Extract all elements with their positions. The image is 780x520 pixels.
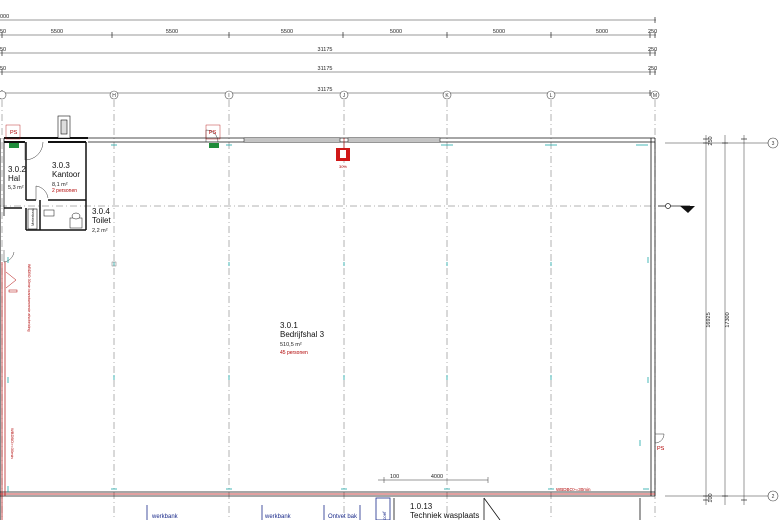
column-markers (7, 144, 649, 492)
right-dimension-strings (665, 135, 770, 505)
bench-label-3: Ontvet bak (328, 514, 358, 520)
fire-door-symbols (5, 271, 18, 293)
dim-row2-left: 50 (0, 29, 6, 35)
level-marker-icon (658, 203, 695, 213)
dim-vertical-overall-2: 17300 (725, 312, 731, 327)
grid-label-row-2: 2 (772, 494, 775, 500)
fire-hose-reel-label: 30% (339, 164, 347, 169)
dim-row5-total: 31175 (318, 87, 333, 93)
dim-segment-5: 5000 (493, 29, 505, 35)
dim-row4-left: 50 (0, 66, 6, 72)
dimension-strings (0, 17, 656, 96)
room-area-bedrijfshal: 510,5 m² (280, 342, 302, 348)
fire-separation-lines (0, 262, 655, 520)
ps-tag-mid-label: PS (209, 130, 217, 136)
grid-label-i: I (228, 93, 229, 99)
dim-bottom-offset: 100 (390, 474, 399, 480)
dim-segment-2: 5500 (166, 29, 178, 35)
dim-segment-1: 5500 (51, 29, 63, 35)
dim-top-right-small: 250 (708, 136, 714, 145)
wbdbo-bottom-label: WBDBO>=30min (556, 487, 591, 492)
room-persons-bedrijfshal: 45 personen (280, 350, 308, 356)
room-persons-kantoor: 2 personen (52, 188, 77, 194)
grid-label-m: M (653, 93, 657, 99)
dim-row1-partial: 000 (0, 14, 9, 20)
door-swings (3, 129, 665, 444)
room-code-toilet: 3.0.4 (92, 207, 110, 216)
windows-top (243, 137, 441, 143)
dim-segment-6: 5000 (596, 29, 608, 35)
dim-row3-left: 50 (0, 47, 6, 53)
adjacent-unit-walls (146, 497, 641, 520)
dim-vertical-overall-1: 16925 (706, 312, 712, 327)
toilet-icon (43, 209, 83, 229)
meterkast-label: Meterkast (30, 208, 35, 226)
room-code-kantoor: 3.0.3 (52, 161, 70, 170)
cabinet-icon (57, 115, 71, 139)
room-name-hal: Hal (8, 174, 20, 183)
exterior-walls (0, 137, 656, 520)
dim-row4-right: 250 (648, 66, 657, 72)
left-wall-note: WBDBO 30min brandwerende afscheiding (27, 264, 31, 332)
room-code-hal: 3.0.2 (8, 165, 26, 174)
room-area-hal: 5,3 m² (8, 185, 24, 191)
dim-row4-total: 31175 (318, 66, 333, 72)
floor-plan-drawing: 000 50 5500 5500 5500 5000 5000 5000 250… (0, 14, 779, 520)
room-name-toilet: Toilet (92, 216, 111, 225)
ps-tag-left-label: PS (10, 130, 18, 136)
grid-bubbles-right (767, 137, 779, 502)
grid-label-row-3: 3 (772, 141, 775, 147)
ps-tag-right-label: PS (657, 446, 665, 452)
bench-label-2: werkbank (264, 514, 292, 520)
room-code-techniek: 1.0.13 (410, 502, 433, 511)
grid-lines (0, 100, 665, 520)
wbdbo-left-label: WBDBO>=30min (10, 428, 15, 459)
dim-bottom-width: 4000 (431, 474, 443, 480)
room-name-bedrijfshal: Bedrijfshal 3 (280, 330, 325, 339)
grid-label-l: L (550, 93, 553, 99)
room-area-toilet: 2,2 m² (92, 228, 108, 234)
room-code-bedrijfshal: 3.0.1 (280, 321, 298, 330)
room-name-techniek: Techniek wasplaats (410, 511, 479, 520)
grid-label-h: H (112, 93, 116, 99)
dim-row3-right: 250 (648, 47, 657, 53)
room-name-kantoor: Kantoor (52, 170, 80, 179)
bench-label-1: werkbank (151, 514, 179, 520)
dim-row3-total: 31175 (318, 47, 333, 53)
dim-segment-4: 5000 (390, 29, 402, 35)
dim-segment-3: 5500 (281, 29, 293, 35)
dim-row2-right: 250 (648, 29, 657, 35)
dim-bottom-right-small: 100 (708, 493, 714, 502)
bench-label-4: coef (382, 511, 387, 520)
